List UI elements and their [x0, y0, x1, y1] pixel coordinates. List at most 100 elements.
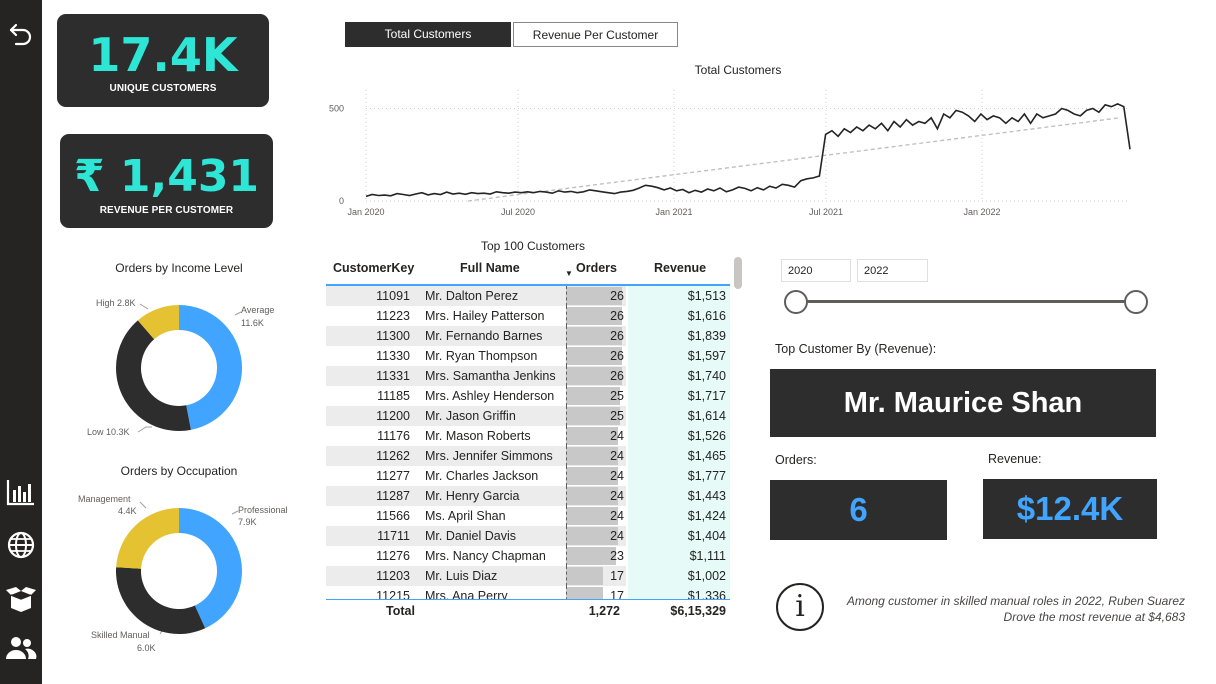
slider-end-handle[interactable] — [1124, 290, 1148, 314]
revenue-value: $1,597 — [687, 349, 726, 363]
table-row[interactable]: 11276 Mrs. Nancy Chapman 23 $1,111 — [326, 546, 730, 566]
total-revenue: $6,15,329 — [670, 604, 726, 618]
revenue-per-customer-button[interactable]: Revenue Per Customer — [513, 22, 678, 47]
table-row[interactable]: 11176 Mr. Mason Roberts 24 $1,526 — [326, 426, 730, 446]
revenue-value: $1,111 — [689, 549, 726, 563]
databar-axis — [566, 586, 568, 599]
slider-track[interactable] — [796, 300, 1135, 303]
table-row[interactable]: 11203 Mr. Luis Diaz 17 $1,002 — [326, 566, 730, 586]
back-arrow-icon[interactable] — [3, 16, 39, 52]
management-leader — [139, 501, 147, 509]
top-customers-table: CustomerKey Full Name Orders ▼ Revenue 1… — [326, 256, 742, 624]
table-row[interactable]: 11215 Mrs. Ana Perry 17 $1,336 — [326, 586, 730, 599]
start-date-input[interactable]: 2020 — [781, 259, 851, 282]
customer-key: 11287 — [376, 489, 410, 503]
table-title: Top 100 Customers — [480, 239, 586, 253]
management-slice[interactable] — [116, 508, 179, 569]
orders-value: 26 — [610, 289, 624, 303]
customer-key: 11330 — [376, 349, 410, 363]
table-row[interactable]: 11185 Mrs. Ashley Henderson 25 $1,717 — [326, 386, 730, 406]
y-tick-label: 500 — [329, 104, 344, 114]
table-row[interactable]: 11330 Mr. Ryan Thompson 26 $1,597 — [326, 346, 730, 366]
insight-line-1: Among customer in skilled manual roles i… — [846, 594, 1185, 608]
average-slice[interactable] — [179, 305, 243, 430]
full-name: Mr. Jason Griffin — [425, 409, 516, 423]
full-name: Mr. Luis Diaz — [425, 569, 498, 583]
box-icon[interactable] — [3, 581, 39, 617]
revenue-per-customer-card: ₹ 1,431 REVENUE PER CUSTOMER — [60, 134, 273, 228]
table-row[interactable]: 11200 Mr. Jason Griffin 25 $1,614 — [326, 406, 730, 426]
table-row[interactable]: 11331 Mrs. Samantha Jenkins 26 $1,740 — [326, 366, 730, 386]
full-name: Mrs. Jennifer Simmons — [425, 449, 553, 463]
income-level-donut: Average 11.6K High 2.8K Low 10.3K — [87, 298, 274, 437]
table-row[interactable]: 11566 Ms. April Shan 24 $1,424 — [326, 506, 730, 526]
x-tick-label: Jul 2021 — [809, 207, 843, 217]
occupation-donut-title: Orders by Occupation — [120, 464, 238, 478]
orders-databar — [566, 547, 616, 565]
average-label: Average — [241, 305, 274, 315]
table-row[interactable]: 11287 Mr. Henry Garcia 24 $1,443 — [326, 486, 730, 506]
databar-axis — [566, 346, 568, 366]
customer-key: 11300 — [376, 329, 410, 343]
col-orders[interactable]: Orders — [576, 261, 617, 275]
orders-databar — [566, 587, 603, 599]
table-row[interactable]: 11277 Mr. Charles Jackson 24 $1,777 — [326, 466, 730, 486]
users-icon[interactable] — [3, 630, 39, 666]
databar-axis — [566, 466, 568, 486]
total-label: Total — [386, 604, 415, 618]
orders-value: 24 — [610, 489, 624, 503]
databar-axis — [566, 506, 568, 526]
revenue-value: $1,424 — [687, 509, 726, 523]
skilled-manual-slice[interactable] — [116, 567, 206, 634]
databar-axis — [566, 546, 568, 566]
full-name: Ms. April Shan — [425, 509, 506, 523]
table-row[interactable]: 11262 Mrs. Jennifer Simmons 24 $1,465 — [326, 446, 730, 466]
x-tick-label: Jul 2020 — [501, 207, 535, 217]
table-row[interactable]: 11091 Mr. Dalton Perez 26 $1,513 — [326, 286, 730, 306]
management-value: 4.4K — [118, 506, 137, 516]
occupation-donut: Professional 7.9K Management 4.4K Skille… — [78, 494, 288, 653]
orders-value: 25 — [610, 389, 624, 403]
databar-axis — [566, 366, 568, 386]
unique-customers-value: 17.4K — [88, 28, 238, 82]
left-nav — [0, 0, 42, 684]
slider-start-handle[interactable] — [784, 290, 808, 314]
total-customers-button[interactable]: Total Customers — [345, 22, 511, 47]
full-name: Mr. Fernando Barnes — [425, 329, 543, 343]
orders-value: 24 — [610, 529, 624, 543]
databar-axis — [566, 306, 568, 326]
bar-chart-icon[interactable] — [3, 474, 39, 510]
unique-customers-label: UNIQUE CUSTOMERS — [109, 83, 217, 94]
orders-value: 17 — [610, 569, 624, 583]
col-full-name[interactable]: Full Name — [460, 261, 520, 275]
x-tick-label: Jan 2022 — [963, 207, 1000, 217]
orders-value: 26 — [610, 369, 624, 383]
revenue-value: $1,465 — [687, 449, 726, 463]
table-scrollbar[interactable] — [734, 257, 742, 289]
table-row[interactable]: 11300 Mr. Fernando Barnes 26 $1,839 — [326, 326, 730, 346]
col-customerkey[interactable]: CustomerKey — [333, 261, 414, 275]
info-icon[interactable]: i — [776, 583, 824, 631]
customer-key: 11331 — [376, 369, 410, 383]
orders-value: 24 — [610, 449, 624, 463]
end-date-input[interactable]: 2022 — [857, 259, 928, 282]
table-row[interactable]: 11711 Mr. Daniel Davis 24 $1,404 — [326, 526, 730, 546]
revenue-value: $1,839 — [687, 329, 726, 343]
databar-axis — [566, 446, 568, 466]
high-leader — [139, 303, 149, 310]
customer-key: 11200 — [376, 409, 410, 423]
table-header: CustomerKey Full Name Orders ▼ Revenue — [326, 256, 734, 284]
full-name: Mr. Mason Roberts — [425, 429, 531, 443]
col-revenue[interactable]: Revenue — [654, 261, 706, 275]
globe-icon[interactable] — [3, 527, 39, 563]
databar-axis — [566, 386, 568, 406]
full-name: Mr. Charles Jackson — [425, 469, 539, 483]
table-body[interactable]: 11091 Mr. Dalton Perez 26 $1,513 11223 Mrs. H… — [326, 286, 730, 599]
revenue-value: $1,002 — [687, 569, 726, 583]
sort-desc-icon[interactable]: ▼ — [565, 269, 573, 278]
full-name: Mr. Henry Garcia — [425, 489, 520, 503]
average-value: 11.6K — [241, 318, 264, 328]
customer-key: 11276 — [376, 549, 410, 563]
revenue-value: $1,717 — [687, 389, 726, 403]
table-row[interactable]: 11223 Mrs. Hailey Patterson 26 $1,616 — [326, 306, 730, 326]
